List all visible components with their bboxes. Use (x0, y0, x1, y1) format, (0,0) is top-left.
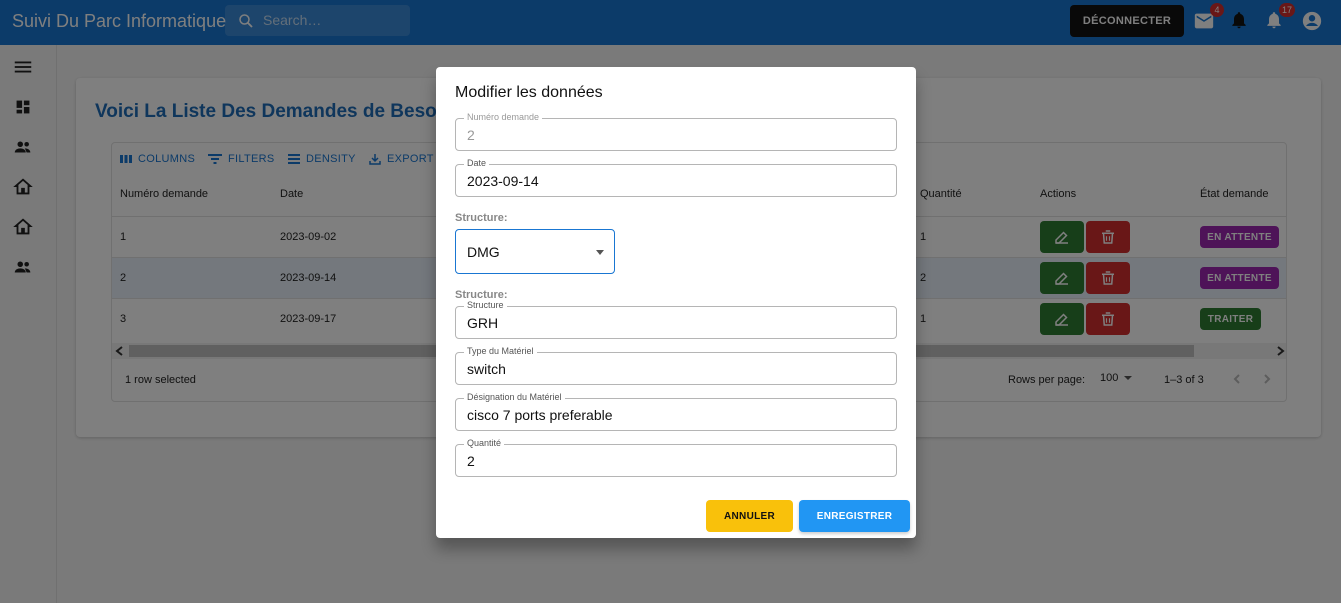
structure-value: GRH (467, 315, 499, 331)
date-value: 2023-09-14 (467, 173, 539, 189)
save-button[interactable]: ENREGISTRER (799, 500, 910, 532)
designation-field[interactable]: Désignation du Matériel cisco 7 ports pr… (455, 392, 897, 431)
date-field[interactable]: Date 2023-09-14 (455, 158, 897, 197)
structure-section-label: Structure: (455, 212, 508, 224)
designation-label: Désignation du Matériel (464, 392, 565, 402)
cancel-button[interactable]: ANNULER (706, 500, 793, 532)
quantite-field[interactable]: Quantité 2 (455, 438, 897, 477)
chevron-down-icon (596, 250, 604, 255)
numero-value: 2 (467, 127, 475, 143)
numero-label: Numéro demande (464, 112, 543, 122)
type-value: switch (467, 361, 506, 377)
structure-field[interactable]: Structure GRH (455, 300, 897, 339)
dialog-title: Modifier les données (455, 84, 603, 101)
type-label: Type du Matériel (464, 346, 537, 356)
quantite-value: 2 (467, 453, 475, 469)
structure-label: Structure (464, 300, 507, 310)
edit-dialog: Modifier les données Numéro demande 2 Da… (436, 67, 916, 538)
type-field[interactable]: Type du Matériel switch (455, 346, 897, 385)
date-label: Date (464, 158, 490, 168)
quantite-label: Quantité (464, 438, 505, 448)
structure-select[interactable]: DMG (455, 229, 615, 274)
numero-field: Numéro demande 2 (455, 112, 897, 151)
structure-select-value: DMG (467, 244, 500, 260)
designation-value: cisco 7 ports preferable (467, 407, 613, 423)
